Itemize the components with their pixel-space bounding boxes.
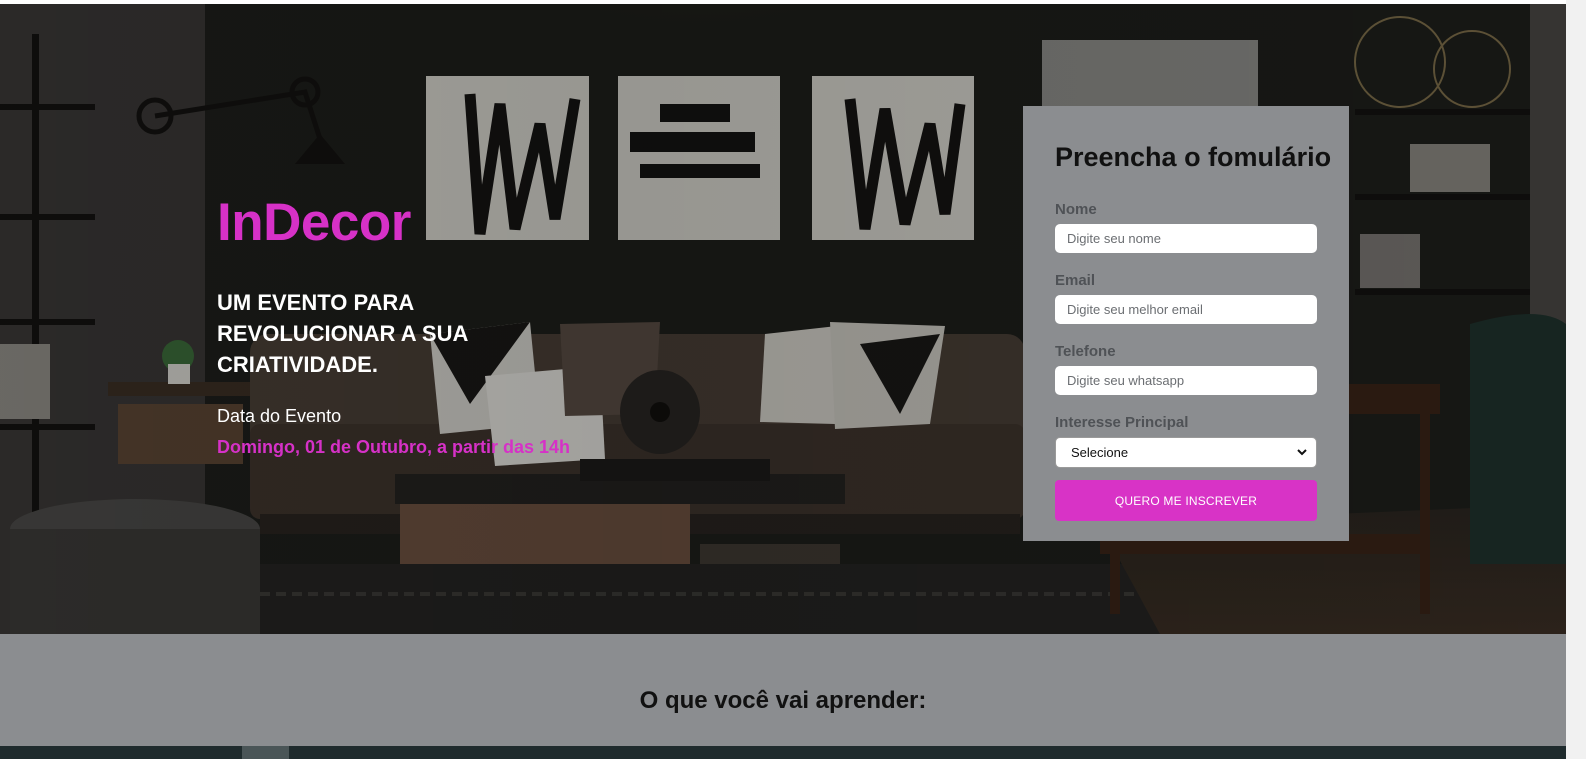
interest-selected-value: Selecione <box>1071 445 1129 460</box>
phone-input[interactable] <box>1055 366 1317 395</box>
next-section-strip <box>0 746 1566 759</box>
subscribe-button[interactable]: QUERO ME INSCREVER <box>1055 480 1317 521</box>
chevron-down-icon <box>1297 449 1307 456</box>
next-section-card <box>242 746 289 759</box>
interest-label: Interesse Principal <box>1055 414 1189 431</box>
signup-form: Preencha o fomulário Nome Email Telefone… <box>1023 106 1349 541</box>
interest-select[interactable]: Selecione <box>1055 437 1317 468</box>
form-title: Preencha o fomulário <box>1055 142 1332 172</box>
email-label: Email <box>1055 272 1096 289</box>
hero-section: InDecor UM EVENTO PARA REVOLUCIONAR A SU… <box>0 4 1566 634</box>
learn-title: O que você vai aprender: <box>639 687 927 714</box>
page-scrollbar[interactable] <box>1566 0 1586 759</box>
name-input[interactable] <box>1055 224 1317 253</box>
event-date-value: Domingo, 01 de Outubro, a partir das 14h <box>217 437 571 457</box>
landing-page: InDecor UM EVENTO PARA REVOLUCIONAR A SU… <box>0 0 1586 759</box>
learn-section: O que você vai aprender: <box>0 634 1566 746</box>
brand-logo-text: InDecor <box>217 193 411 252</box>
name-label: Nome <box>1055 201 1097 218</box>
phone-label: Telefone <box>1055 343 1116 360</box>
email-input[interactable] <box>1055 295 1317 324</box>
event-date-label: Data do Evento <box>217 406 342 426</box>
hero-headline: UM EVENTO PARA REVOLUCIONAR A SUA CRIATI… <box>217 290 468 377</box>
